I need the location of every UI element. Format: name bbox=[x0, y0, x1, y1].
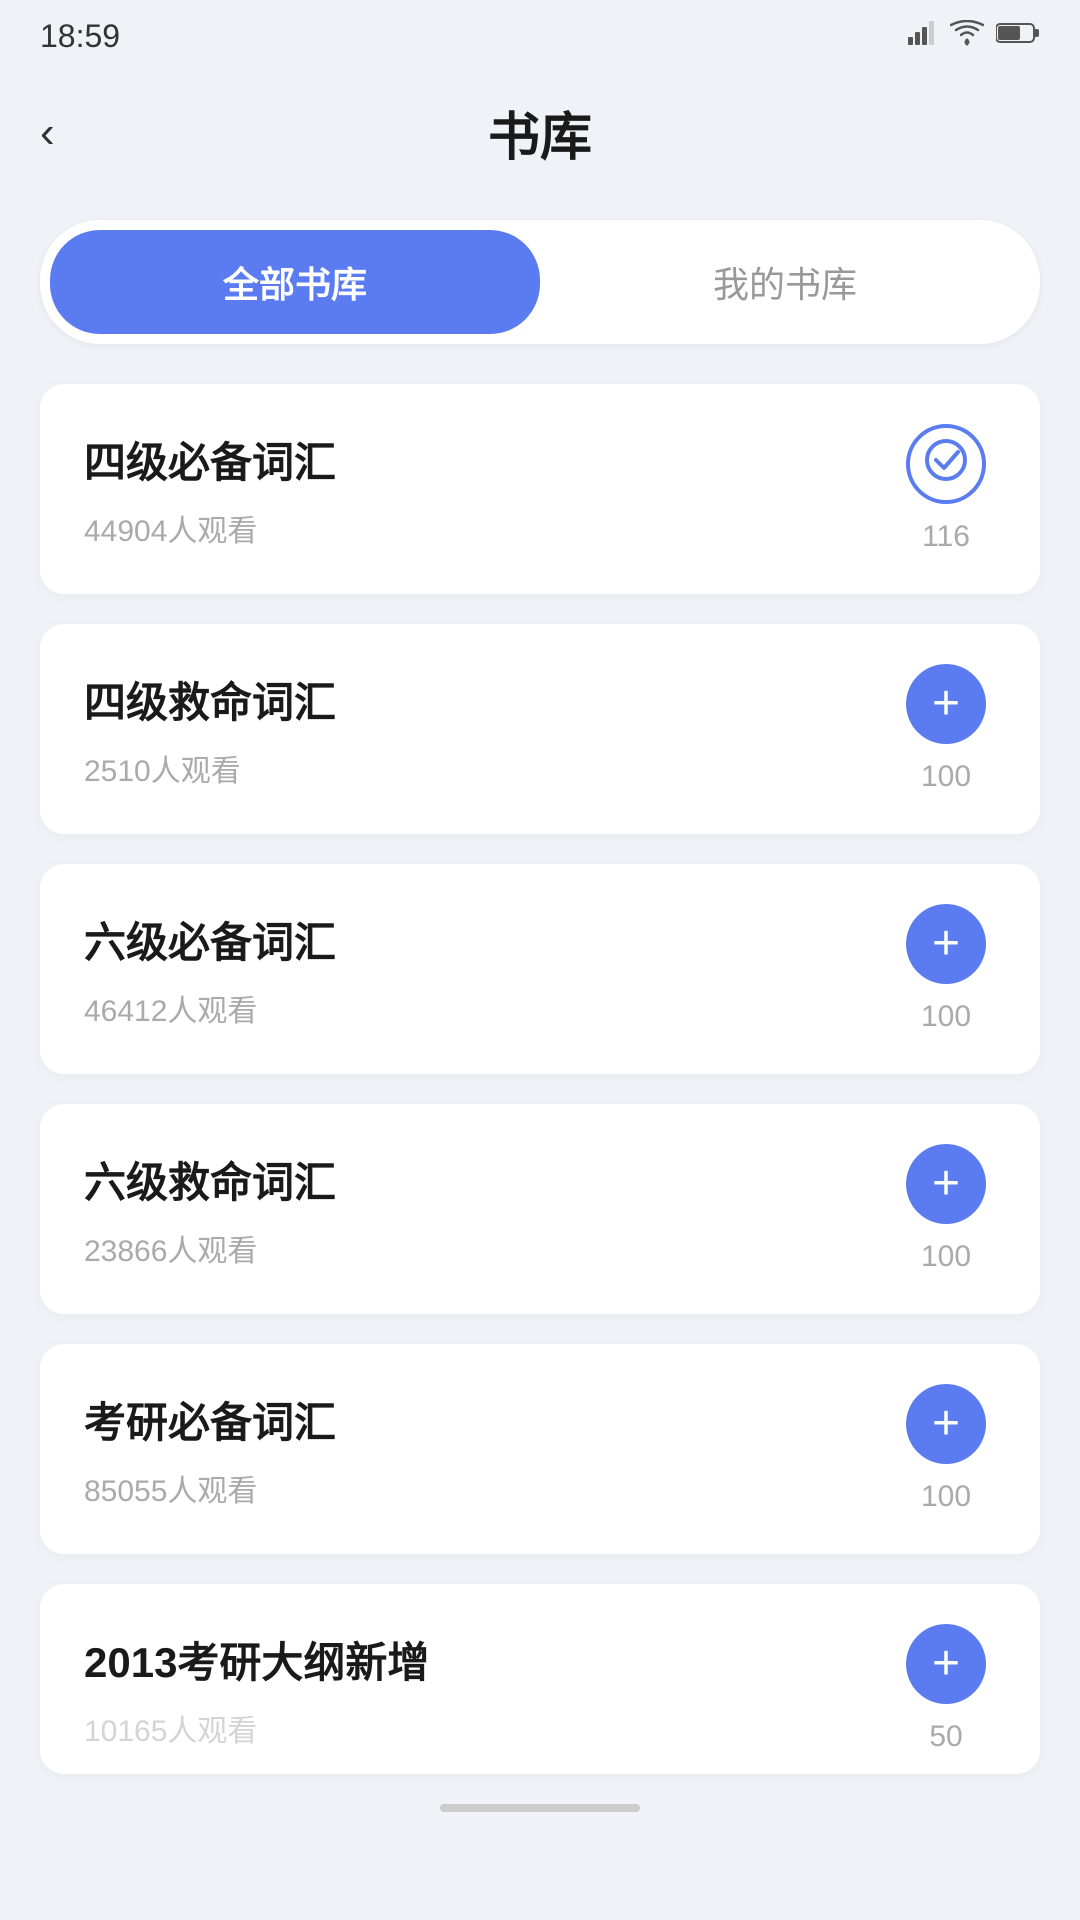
book-title-1: 四级必备词汇 bbox=[84, 429, 896, 490]
add-button-4[interactable]: + bbox=[906, 1144, 986, 1224]
added-button-1[interactable] bbox=[906, 424, 986, 504]
book-viewers-2: 2510人观看 bbox=[84, 746, 896, 790]
plus-icon-2: + bbox=[932, 680, 960, 728]
add-button-2[interactable]: + bbox=[906, 664, 986, 744]
book-card-2[interactable]: 四级救命词汇 2510人观看 + 100 bbox=[40, 624, 1040, 834]
book-card-5[interactable]: 考研必备词汇 85055人观看 + 100 bbox=[40, 1344, 1040, 1554]
book-card-3[interactable]: 六级必备词汇 46412人观看 + 100 bbox=[40, 864, 1040, 1074]
plus-icon-3: + bbox=[932, 920, 960, 968]
status-time: 18:59 bbox=[40, 18, 120, 55]
add-button-6[interactable]: + bbox=[906, 1624, 986, 1704]
scroll-indicator bbox=[0, 1774, 1080, 1832]
add-button-5[interactable]: + bbox=[906, 1384, 986, 1464]
book-count-6: 50 bbox=[929, 1720, 962, 1754]
check-icon-1 bbox=[924, 438, 968, 490]
book-right-4: + 100 bbox=[896, 1144, 996, 1274]
book-viewers-1: 44904人观看 bbox=[84, 506, 896, 550]
book-card-4[interactable]: 六级救命词汇 23866人观看 + 100 bbox=[40, 1104, 1040, 1314]
book-right-6: + 50 bbox=[896, 1624, 996, 1754]
book-count-1: 116 bbox=[922, 520, 970, 554]
wifi-icon bbox=[950, 20, 984, 53]
tab-all-books[interactable]: 全部书库 bbox=[50, 230, 540, 334]
signal-icon bbox=[908, 21, 938, 52]
book-title-3: 六级必备词汇 bbox=[84, 909, 896, 970]
book-card-6[interactable]: 2013考研大纲新增 10165人观看 + 50 bbox=[40, 1584, 1040, 1774]
book-card-1[interactable]: 四级必备词汇 44904人观看 116 bbox=[40, 384, 1040, 594]
page-title: 书库 bbox=[488, 95, 592, 170]
add-button-3[interactable]: + bbox=[906, 904, 986, 984]
book-title-5: 考研必备词汇 bbox=[84, 1389, 896, 1450]
status-icons bbox=[908, 20, 1040, 53]
book-info-4: 六级救命词汇 23866人观看 bbox=[84, 1149, 896, 1270]
tab-my-books[interactable]: 我的书库 bbox=[540, 230, 1030, 334]
back-button[interactable]: ‹ bbox=[40, 111, 55, 155]
plus-icon-6: + bbox=[932, 1640, 960, 1688]
plus-icon-5: + bbox=[932, 1400, 960, 1448]
tab-container: 全部书库 我的书库 bbox=[40, 220, 1040, 344]
book-count-4: 100 bbox=[921, 1240, 971, 1274]
battery-icon bbox=[996, 21, 1040, 52]
plus-icon-4: + bbox=[932, 1160, 960, 1208]
book-right-5: + 100 bbox=[896, 1384, 996, 1514]
header: ‹ 书库 bbox=[0, 65, 1080, 200]
book-right-3: + 100 bbox=[896, 904, 996, 1034]
book-title-4: 六级救命词汇 bbox=[84, 1149, 896, 1210]
book-right-2: + 100 bbox=[896, 664, 996, 794]
book-viewers-3: 46412人观看 bbox=[84, 986, 896, 1030]
book-viewers-4: 23866人观看 bbox=[84, 1226, 896, 1270]
book-info-5: 考研必备词汇 85055人观看 bbox=[84, 1389, 896, 1510]
book-count-3: 100 bbox=[921, 1000, 971, 1034]
book-title-6: 2013考研大纲新增 bbox=[84, 1629, 896, 1690]
book-viewers-5: 85055人观看 bbox=[84, 1466, 896, 1510]
book-count-5: 100 bbox=[921, 1480, 971, 1514]
book-list: 四级必备词汇 44904人观看 116 四级救命词汇 2510人观看 + bbox=[0, 384, 1080, 1774]
book-viewers-6: 10165人观看 bbox=[84, 1706, 896, 1750]
book-info-2: 四级救命词汇 2510人观看 bbox=[84, 669, 896, 790]
book-info-3: 六级必备词汇 46412人观看 bbox=[84, 909, 896, 1030]
book-title-2: 四级救命词汇 bbox=[84, 669, 896, 730]
book-count-2: 100 bbox=[921, 760, 971, 794]
scroll-bar bbox=[440, 1804, 640, 1812]
status-bar: 18:59 bbox=[0, 0, 1080, 65]
book-info-6: 2013考研大纲新增 10165人观看 bbox=[84, 1629, 896, 1750]
book-right-1: 116 bbox=[896, 424, 996, 554]
book-info-1: 四级必备词汇 44904人观看 bbox=[84, 429, 896, 550]
